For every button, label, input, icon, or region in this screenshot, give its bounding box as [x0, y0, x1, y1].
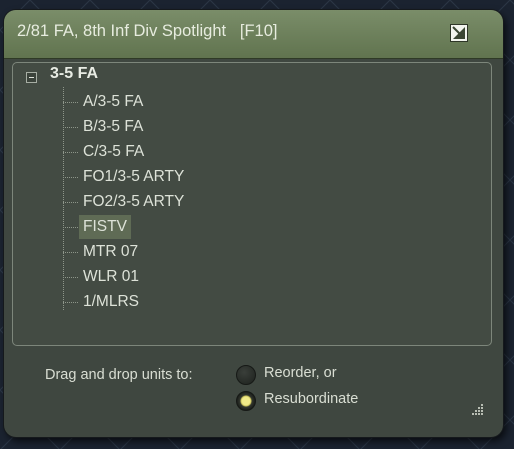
- tree-branch-line: [63, 277, 78, 278]
- reorder-radio[interactable]: [236, 365, 256, 385]
- tree-branch-line: [63, 252, 78, 253]
- resize-grip-icon[interactable]: [470, 402, 484, 416]
- tree-node-label[interactable]: FO2/3-5 ARTY: [79, 190, 188, 214]
- restore-window-icon[interactable]: [450, 24, 468, 42]
- tree-branch-line: [63, 152, 78, 153]
- tree-node-label[interactable]: A/3-5 FA: [79, 90, 147, 114]
- collapse-minus-icon[interactable]: [26, 72, 37, 83]
- tree-node-label[interactable]: 1/MLRS: [79, 290, 143, 314]
- tree-node-label[interactable]: FO1/3-5 ARTY: [79, 165, 188, 189]
- tree-node-label[interactable]: C/3-5 FA: [79, 140, 148, 164]
- tree-branch-line: [63, 202, 78, 203]
- tree-node-label[interactable]: WLR 01: [79, 265, 143, 289]
- drag-drop-prompt: Drag and drop units to:: [45, 367, 193, 383]
- window-titlebar[interactable]: 2/81 FA, 8th Inf Div Spotlight [F10]: [4, 10, 503, 59]
- tree-branch-line: [63, 177, 78, 178]
- tree-branch-line: [63, 302, 78, 303]
- unit-tree[interactable]: 3-5 FA A/3-5 FA B/3-5 FA C/3-5 FA FO1/3-…: [12, 62, 492, 346]
- resubordinate-radio[interactable]: [236, 391, 256, 411]
- spotlight-window: 2/81 FA, 8th Inf Div Spotlight [F10] 3-5…: [4, 10, 503, 437]
- tree-branch-line: [63, 227, 78, 228]
- tree-root-label[interactable]: 3-5 FA: [50, 65, 98, 83]
- tree-branch-line: [63, 102, 78, 103]
- tree-node-label[interactable]: B/3-5 FA: [79, 115, 147, 139]
- tree-node-label[interactable]: MTR 07: [79, 240, 142, 264]
- window-title: 2/81 FA, 8th Inf Div Spotlight [F10]: [17, 22, 278, 40]
- tree-node-label[interactable]: FISTV: [79, 215, 131, 239]
- resubordinate-radio-label[interactable]: Resubordinate: [264, 391, 358, 407]
- reorder-radio-label[interactable]: Reorder, or: [264, 365, 337, 381]
- tree-branch-line: [63, 127, 78, 128]
